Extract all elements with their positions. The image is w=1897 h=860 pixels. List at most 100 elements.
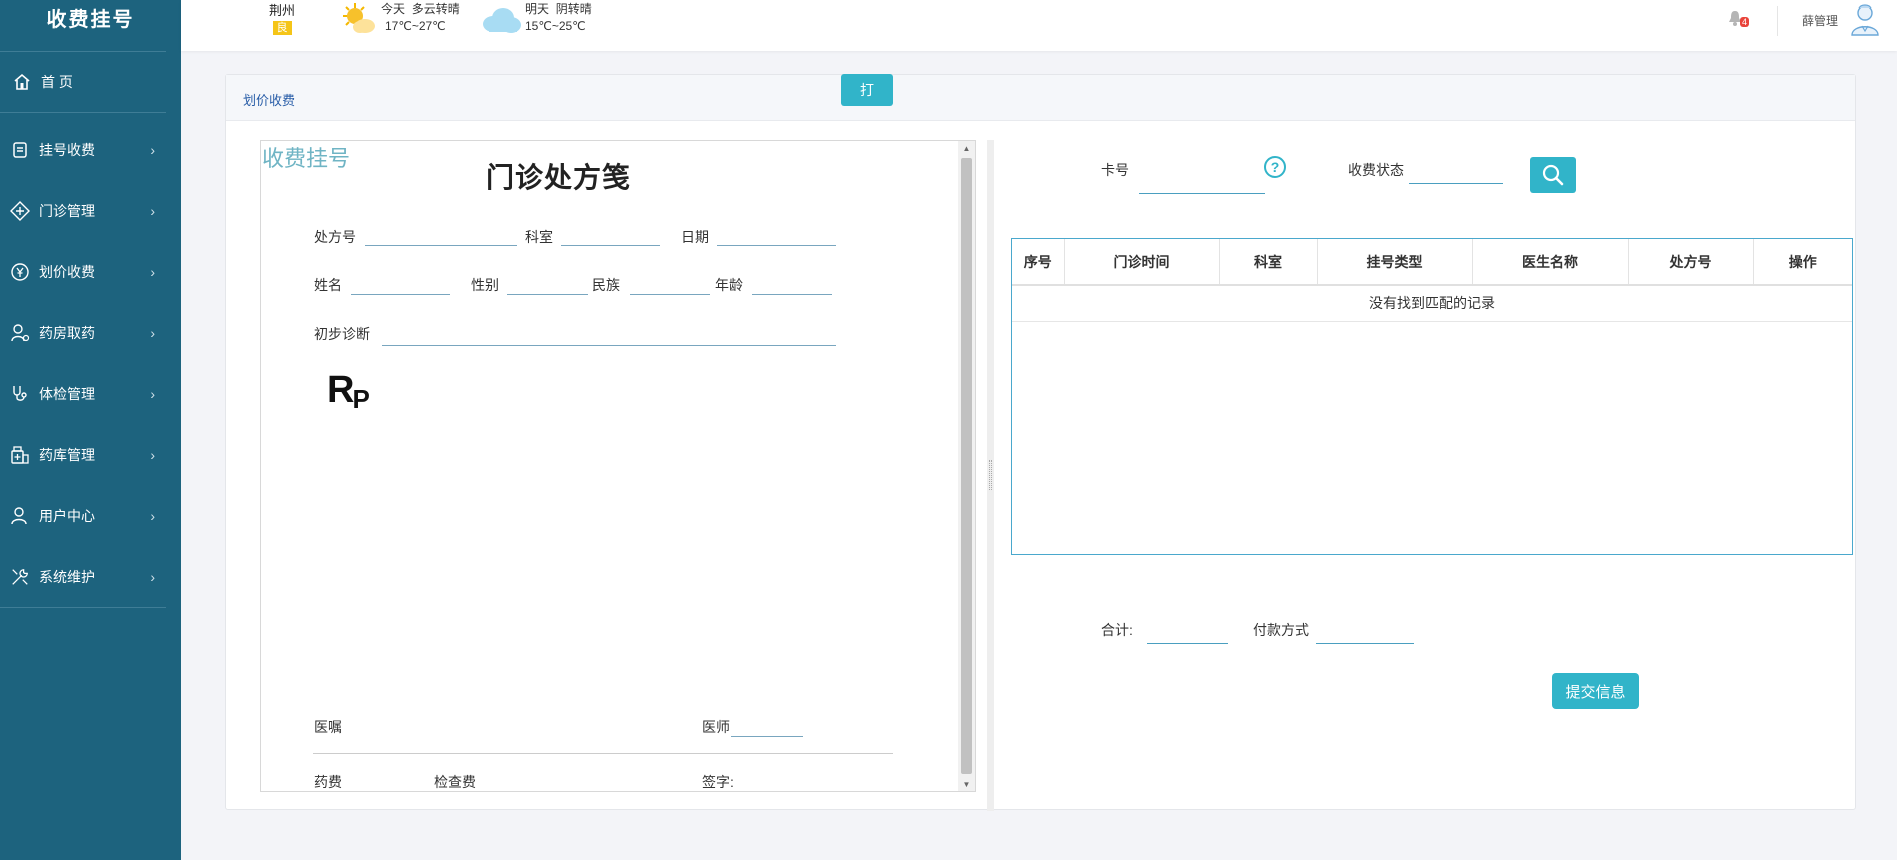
sidebar-item-label: 体检管理: [39, 385, 95, 402]
sidebar-item-label: 用户中心: [39, 507, 95, 524]
notifications-button[interactable]: 4: [1728, 10, 1750, 31]
column-header[interactable]: 门诊时间: [1064, 239, 1220, 286]
weather-today: 今天 多云转晴 17℃~27℃: [381, 1, 460, 35]
chevron-right-icon: ›: [150, 385, 155, 402]
prescription-frame[interactable]: 收费挂号 门诊处方笺 处方号 科室 日期 姓名 性别 民族 年龄 初步诊断 RP…: [260, 140, 976, 792]
search-button[interactable]: [1530, 157, 1576, 193]
home-icon: [12, 72, 32, 92]
weather-desc: 阴转晴: [555, 2, 592, 16]
yen-icon: [10, 262, 30, 282]
submit-button[interactable]: 提交信息: [1552, 673, 1639, 709]
column-header[interactable]: 医生名称: [1472, 239, 1629, 286]
column-header[interactable]: 序号: [1012, 239, 1065, 286]
splitter-grip[interactable]: [989, 460, 992, 490]
sidebar-item-label: 划价收费: [39, 263, 95, 280]
sidebar-item-registration[interactable]: 挂号收费 ›: [0, 119, 181, 180]
sidebar-item-system[interactable]: 系统维护 ›: [0, 546, 181, 607]
divider: [313, 753, 893, 754]
advice-label: 医嘱: [314, 719, 342, 735]
sidebar-item-pharmacy[interactable]: 药房取药 ›: [0, 302, 181, 363]
current-user-name[interactable]: 薛管理: [1802, 12, 1838, 29]
age-field: [752, 294, 832, 295]
panel-splitter[interactable]: [987, 140, 994, 811]
weather-temp: 15℃~25℃: [525, 19, 586, 33]
cloudy-icon: [481, 4, 523, 41]
chevron-right-icon: ›: [150, 324, 155, 341]
chevron-right-icon: ›: [150, 263, 155, 280]
rx-no-field: [365, 245, 517, 246]
gender-field: [507, 294, 588, 295]
chevron-right-icon: ›: [150, 446, 155, 463]
divider: [1777, 6, 1778, 36]
column-header[interactable]: 处方号: [1628, 239, 1754, 286]
ethnicity-field: [630, 294, 710, 295]
scroll-down-arrow-icon[interactable]: ▼: [958, 777, 975, 791]
records-table: 序号 门诊时间 科室 挂号类型 医生名称 处方号 操作 没有找到匹配的记录: [1011, 238, 1853, 555]
empty-table-message: 没有找到匹配的记录: [1012, 285, 1852, 322]
print-button[interactable]: 打: [841, 74, 893, 106]
age-label: 年龄: [715, 277, 743, 293]
sidebar-item-clinic[interactable]: 门诊管理 ›: [0, 180, 181, 241]
panel-header: 划价收费 打: [226, 74, 1855, 121]
user-icon: [10, 506, 30, 526]
dept-field: [561, 245, 660, 246]
charge-status-label: 收费状态: [1348, 162, 1404, 178]
diagnosis-field: [382, 345, 836, 346]
sidebar-item-label: 门诊管理: [39, 202, 95, 219]
notification-count-badge: 4: [1740, 17, 1750, 27]
table-header-row: 序号 门诊时间 科室 挂号类型 医生名称 处方号 操作: [1012, 239, 1852, 286]
table-row: 没有找到匹配的记录: [1012, 285, 1852, 322]
divider: [0, 112, 166, 113]
scroll-up-arrow-icon[interactable]: ▲: [958, 141, 975, 157]
card-number-input[interactable]: [1139, 193, 1265, 194]
pharmacy-icon: [10, 323, 30, 343]
clinic-icon: [10, 200, 30, 221]
diagnosis-label: 初步诊断: [314, 326, 370, 342]
date-label: 日期: [681, 229, 709, 245]
chevron-right-icon: ›: [150, 568, 155, 585]
weather-desc: 多云转晴: [411, 2, 460, 16]
total-field[interactable]: [1147, 643, 1228, 644]
scrollbar-thumb[interactable]: [961, 158, 972, 774]
avatar[interactable]: [1848, 2, 1882, 41]
exam-fee-label: 检查费: [434, 774, 476, 790]
sidebar-item-pricing[interactable]: 划价收费 ›: [0, 241, 181, 302]
charge-status-select[interactable]: [1409, 183, 1503, 184]
help-icon[interactable]: ?: [1264, 156, 1286, 178]
city-name: 荆州: [268, 3, 295, 18]
sidebar-item-home[interactable]: 首 页: [0, 52, 181, 112]
gender-label: 性别: [471, 277, 499, 293]
watermark-text: 收费挂号: [262, 146, 351, 171]
column-header[interactable]: 科室: [1219, 239, 1318, 286]
stethoscope-icon: [10, 384, 30, 404]
sidebar-item-physical-exam[interactable]: 体检管理 ›: [0, 363, 181, 424]
date-field: [717, 245, 836, 246]
doctor-avatar-icon: [1851, 4, 1879, 36]
sidebar-item-user-center[interactable]: 用户中心 ›: [0, 485, 181, 546]
rx-no-label: 处方号: [314, 229, 356, 245]
app-brand: 收费挂号: [46, 9, 135, 31]
air-quality-badge: 良: [272, 21, 292, 35]
column-header[interactable]: 操作: [1753, 239, 1852, 286]
sidebar: 收费挂号 首 页 挂号收费 › 门诊管理 › 划价收费 › 药房取药 › 体检管…: [0, 0, 181, 860]
column-header[interactable]: 挂号类型: [1317, 239, 1473, 286]
vertical-scrollbar[interactable]: ▲ ▼: [958, 141, 975, 791]
name-label: 姓名: [314, 277, 342, 293]
sidebar-item-label: 系统维护: [39, 568, 95, 585]
rp-symbol: RP: [327, 369, 370, 414]
weather-city: 荆州 良: [267, 0, 297, 35]
rp-r: R: [327, 369, 355, 411]
sidebar-item-label: 挂号收费: [39, 141, 95, 158]
payment-method-label: 付款方式: [1253, 622, 1309, 638]
divider: [0, 607, 166, 608]
weather-day: 今天: [381, 2, 406, 16]
sidebar-item-drug-storage[interactable]: 药库管理 ›: [0, 424, 181, 485]
top-bar: 荆州 良 今天 多云转晴 17℃~27℃ 明天 阴转晴 15℃~25℃ 4 薛管…: [181, 0, 1897, 51]
total-label: 合计:: [1101, 622, 1133, 638]
weather-tomorrow: 明天 阴转晴 15℃~25℃: [525, 1, 592, 35]
partly-sunny-icon: [339, 0, 379, 45]
prescription-title: 门诊处方笺: [486, 162, 632, 193]
payment-method-select[interactable]: [1316, 643, 1414, 644]
doctor-label: 医师: [702, 719, 730, 735]
sidebar-item-label: 药房取药: [39, 324, 95, 341]
